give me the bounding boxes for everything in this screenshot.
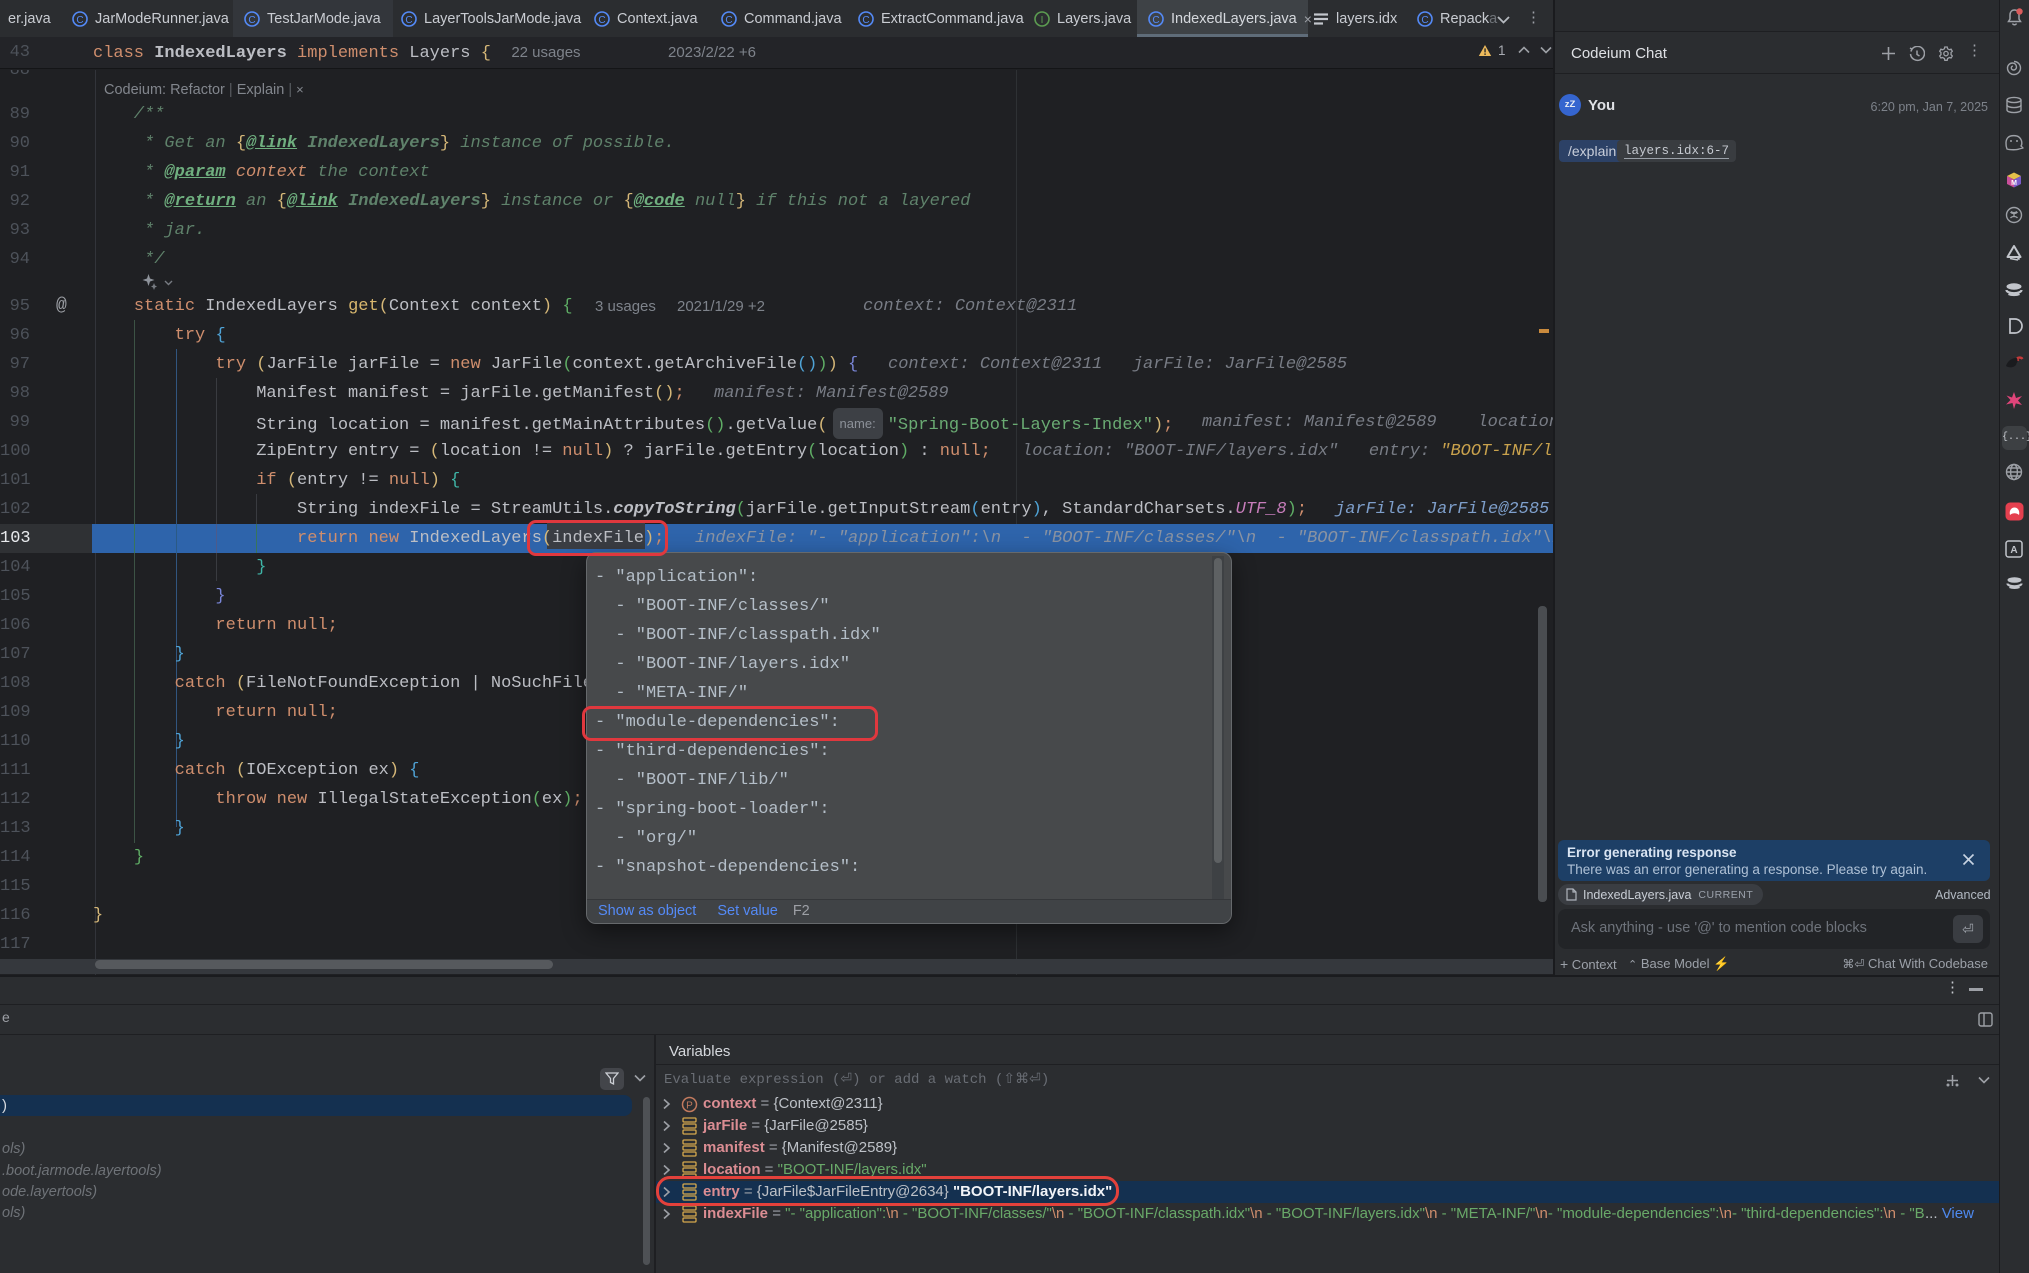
svg-text:C: C <box>598 15 605 26</box>
svg-text:C: C <box>725 15 732 26</box>
svg-text:C: C <box>248 15 255 26</box>
svg-text:M: M <box>2011 180 2017 187</box>
svg-text:C: C <box>1152 15 1159 26</box>
svg-text:P: P <box>686 1101 693 1112</box>
svg-text:C: C <box>862 15 869 26</box>
svg-text:C: C <box>76 15 83 26</box>
svg-text:C: C <box>405 15 412 26</box>
svg-text:I: I <box>1041 15 1044 26</box>
svg-text:C: C <box>1421 15 1428 26</box>
svg-text:A: A <box>2010 545 2017 556</box>
